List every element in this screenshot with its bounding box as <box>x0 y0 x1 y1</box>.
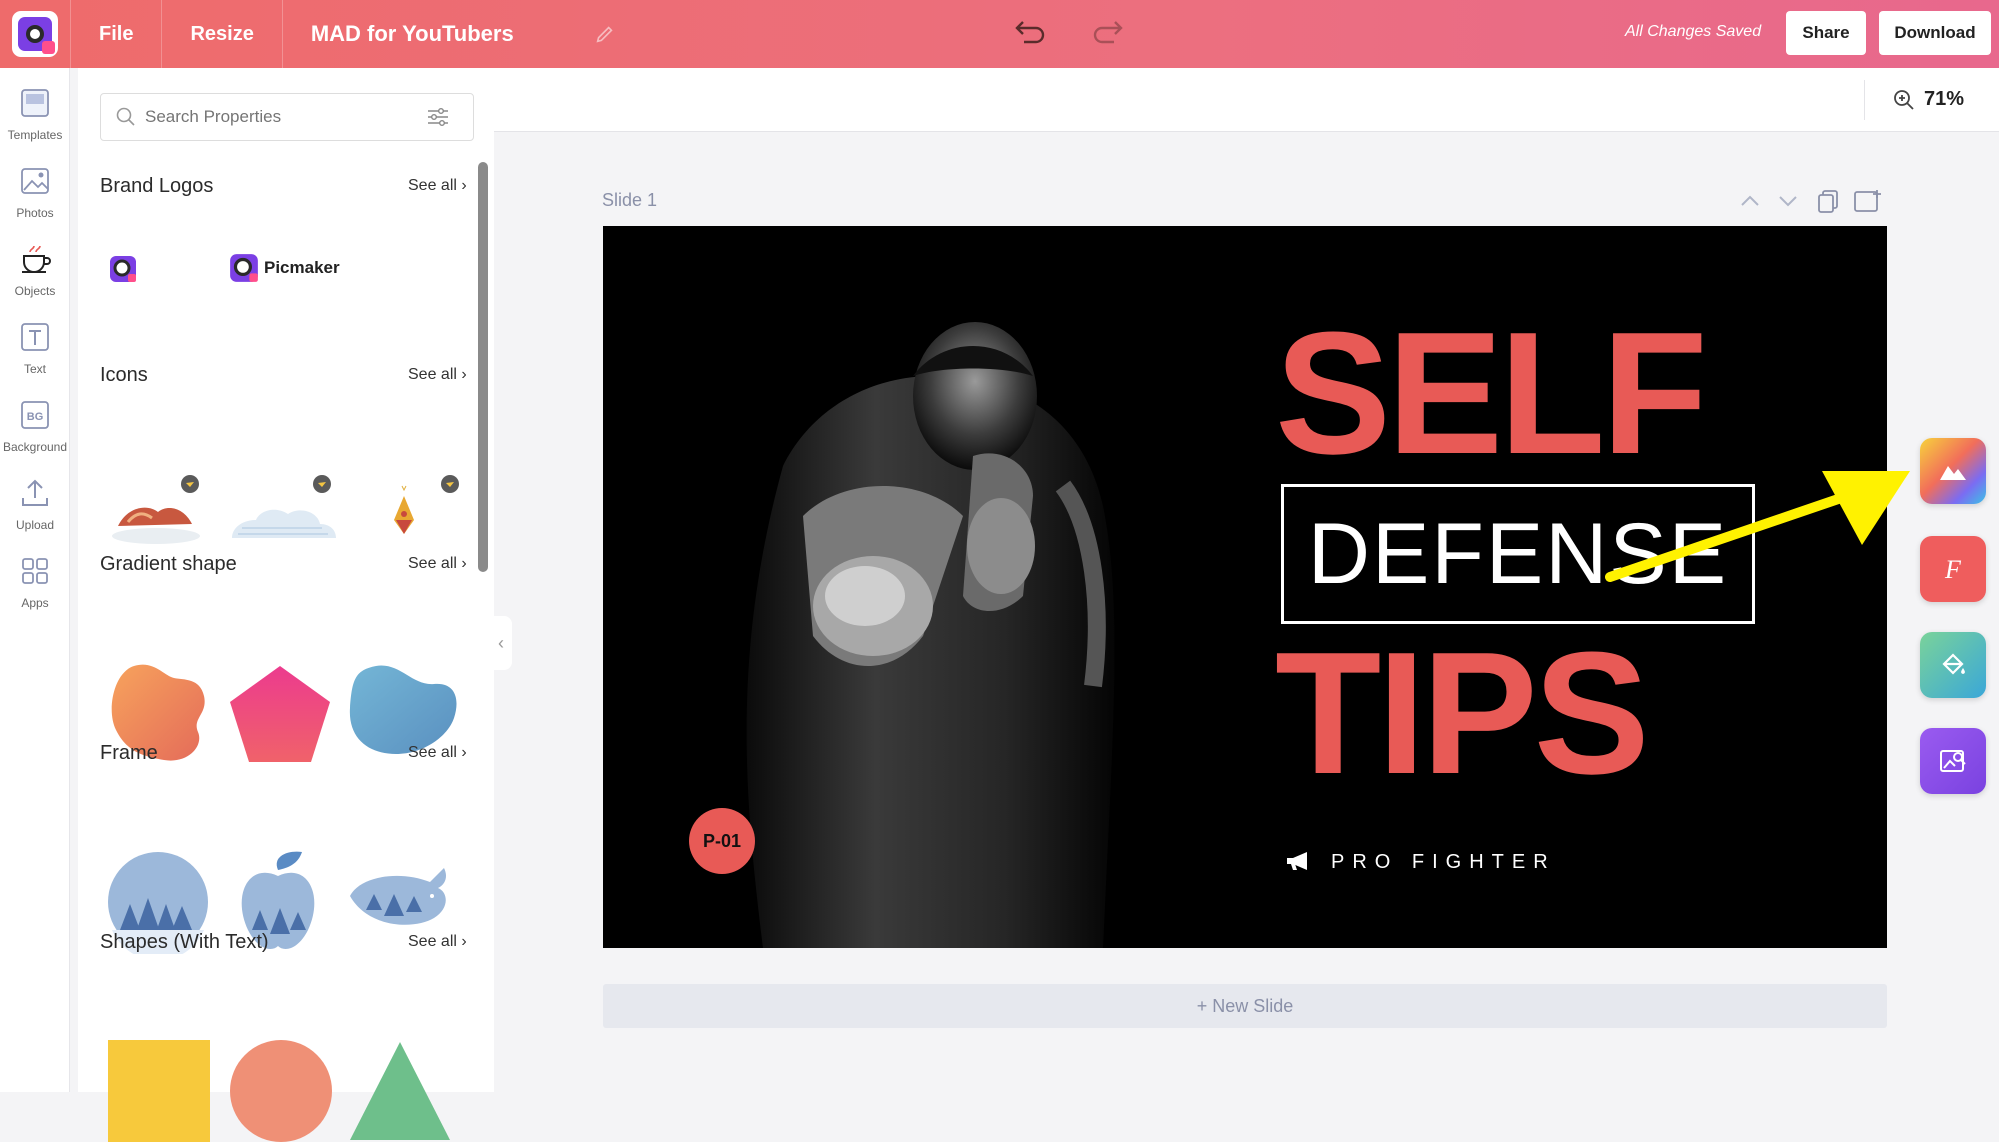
zoom-icon[interactable] <box>1892 88 1916 112</box>
rail-photos[interactable]: Photos <box>0 146 70 236</box>
svg-text:BG: BG <box>27 411 44 423</box>
rail-label: Upload <box>15 518 55 532</box>
photos-icon <box>21 168 49 194</box>
episode-badge[interactable]: P-01 <box>689 808 755 874</box>
objects-icon <box>22 245 51 273</box>
tagline[interactable]: PRO FIGHTER <box>1331 851 1556 874</box>
app-logo[interactable] <box>12 11 58 57</box>
section-title-brand-logos: Brand Logos <box>100 175 214 197</box>
section-title-icons: Icons <box>100 364 148 386</box>
document-title[interactable]: MAD for YouTubers <box>311 21 514 47</box>
rail-background[interactable]: BG Background <box>0 380 70 470</box>
brand-logo-mark[interactable] <box>108 254 138 284</box>
rail-label: Text <box>23 362 46 376</box>
fill-color-button[interactable] <box>1920 632 1986 698</box>
rail-label: Background <box>2 440 68 454</box>
see-all-label: See all <box>408 933 457 950</box>
see-all-icons[interactable]: See all › <box>408 366 467 384</box>
download-button[interactable]: Download <box>1879 11 1991 55</box>
cloud-icon[interactable] <box>228 468 340 548</box>
mountain-icon <box>1940 466 1966 480</box>
rail-label: Photos <box>16 206 54 220</box>
fighter-photo[interactable] <box>743 286 1163 948</box>
image-search-icon <box>1940 750 1966 772</box>
apps-icon <box>22 558 48 584</box>
see-all-label: See all <box>408 744 457 761</box>
section-title-frame: Frame <box>100 742 158 764</box>
share-button[interactable]: Share <box>1786 11 1866 55</box>
rail-apps[interactable]: Apps <box>0 536 70 626</box>
resize-menu[interactable]: Resize <box>162 0 283 68</box>
move-down-icon[interactable] <box>1774 188 1802 214</box>
rail-label: Apps <box>21 596 49 610</box>
see-all-label: See all <box>408 555 457 572</box>
slide-canvas[interactable]: SELF DEFENSE TIPS PRO FIGHTER P-01 <box>603 226 1887 948</box>
headline-self[interactable]: SELF <box>1275 306 1708 480</box>
logo-eye <box>26 25 44 43</box>
add-slide-icon[interactable] <box>1852 188 1884 214</box>
section-title-gradient-shape: Gradient shape <box>100 553 237 575</box>
background-icon: BG <box>21 401 49 429</box>
shape-triangle[interactable] <box>348 1040 452 1142</box>
logo-mark <box>18 17 55 54</box>
see-all-shapes-with-text[interactable]: See all › <box>408 933 467 951</box>
rail-templates[interactable]: Templates <box>0 68 70 158</box>
save-status: All Changes Saved <box>1625 23 1762 40</box>
brand-logo-wordmark[interactable]: Picmaker <box>228 252 340 284</box>
new-slide-button[interactable]: + New Slide <box>603 984 1887 1028</box>
rail-text[interactable]: Text <box>0 302 70 392</box>
canvas-toolbar: 71% <box>494 68 1999 132</box>
redo-icon[interactable] <box>1090 14 1128 52</box>
see-all-frame[interactable]: See all › <box>408 744 467 762</box>
text-icon <box>21 323 49 351</box>
gradient-pentagon[interactable] <box>226 662 334 766</box>
see-all-gradient-shape[interactable]: See all › <box>408 555 467 573</box>
see-all-brand-logos[interactable]: See all › <box>408 177 467 195</box>
svg-text:F: F <box>1944 555 1962 584</box>
undo-icon[interactable] <box>1010 14 1048 52</box>
upload-icon <box>22 479 48 506</box>
food-platter-icon[interactable] <box>108 468 204 548</box>
panel-scrollbar[interactable] <box>478 162 488 572</box>
picmaker-wordmark: Picmaker <box>264 258 340 277</box>
rail-label: Objects <box>14 284 56 298</box>
divider <box>1864 80 1865 120</box>
top-bar: File Resize MAD for YouTubers All Change… <box>0 0 1999 68</box>
slide-label: Slide 1 <box>602 190 658 210</box>
zoom-level[interactable]: 71% <box>1924 88 1964 111</box>
image-effects-button[interactable] <box>1920 438 1986 504</box>
annotation-arrow <box>1605 471 1910 582</box>
templates-icon <box>21 89 49 117</box>
file-menu[interactable]: File <box>70 0 163 68</box>
move-up-icon[interactable] <box>1736 188 1764 214</box>
filter-icon[interactable] <box>425 104 451 130</box>
see-all-label: See all <box>408 366 457 383</box>
see-all-label: See all <box>408 177 457 194</box>
rail-label: Templates <box>7 128 63 142</box>
logo-badge <box>42 41 55 54</box>
search-input[interactable] <box>145 107 415 127</box>
shape-square[interactable] <box>108 1040 210 1142</box>
headline-tips[interactable]: TIPS <box>1275 626 1650 800</box>
rail-upload[interactable]: Upload <box>0 458 70 548</box>
ornament-icon[interactable] <box>368 468 464 564</box>
edit-title-icon[interactable] <box>594 23 616 45</box>
shape-circle[interactable] <box>230 1040 332 1142</box>
megaphone-icon[interactable] <box>1285 850 1313 872</box>
duplicate-slide-icon[interactable] <box>1814 188 1842 214</box>
font-icon: F <box>1944 555 1962 584</box>
frame-whale[interactable] <box>346 846 458 936</box>
search-icon <box>116 107 135 126</box>
image-search-button[interactable] <box>1920 728 1986 794</box>
collapse-panel-button[interactable]: ‹ <box>490 616 512 670</box>
paint-bucket-icon <box>1942 653 1965 675</box>
fonts-button[interactable]: F <box>1920 536 1986 602</box>
tool-rail: Templates Photos Objects Text BG Backgro… <box>0 68 70 1092</box>
picmaker-logo-icon <box>230 254 258 282</box>
search-box[interactable] <box>100 93 474 141</box>
properties-panel: Brand Logos See all › Picmaker Icons See… <box>78 68 512 1142</box>
rail-objects[interactable]: Objects <box>0 224 70 314</box>
section-title-shapes-with-text: Shapes (With Text) <box>100 931 269 953</box>
